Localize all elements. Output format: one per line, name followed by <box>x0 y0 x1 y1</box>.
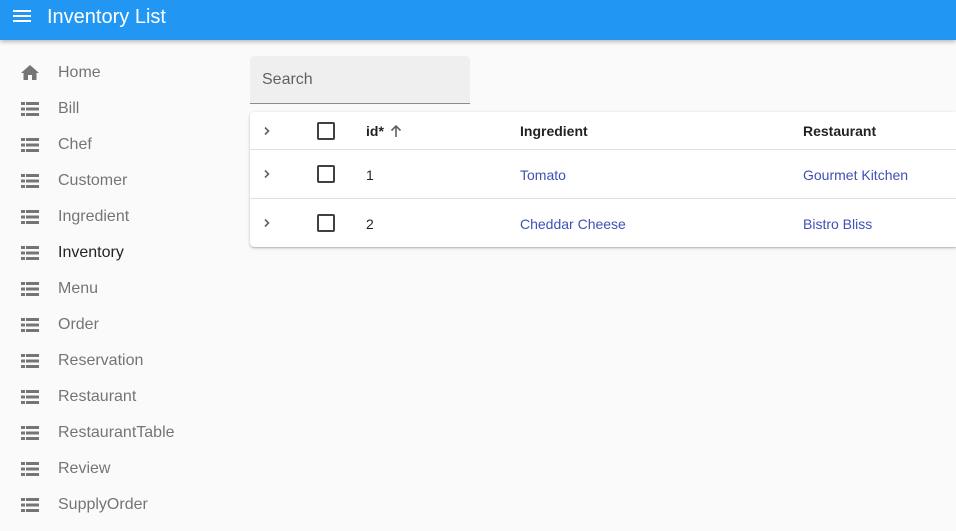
sidebar-item-label: Home <box>58 64 101 81</box>
sidebar-item-label: Reservation <box>58 352 144 369</box>
sidebar-item-restaurant-table[interactable]: RestaurantTable <box>0 415 240 451</box>
list-icon <box>21 246 39 260</box>
sidebar-item-label: Restaurant <box>58 388 137 405</box>
sidebar-item-supply-order[interactable]: SupplyOrder <box>0 487 240 523</box>
table-header-row: id* Ingredient Restaurant <box>250 112 956 150</box>
ingredient-link[interactable]: Cheddar Cheese <box>520 216 626 232</box>
list-icon <box>21 318 39 332</box>
sidebar-item-reservation[interactable]: Reservation <box>0 343 240 379</box>
menu-icon[interactable] <box>12 8 34 26</box>
cell-id: 1 <box>366 167 374 183</box>
chevron-right-icon[interactable] <box>260 167 274 181</box>
list-icon <box>21 426 39 440</box>
sidebar-item-label: RestaurantTable <box>58 424 175 441</box>
ingredient-link[interactable]: Tomato <box>520 167 566 183</box>
list-icon <box>21 102 39 116</box>
list-icon <box>21 138 39 152</box>
column-header-id[interactable]: id* <box>366 123 384 139</box>
chevron-right-icon[interactable] <box>260 216 274 230</box>
list-icon <box>21 462 39 476</box>
sidebar-item-label: Order <box>58 316 99 333</box>
table-row[interactable]: 1 Tomato Gourmet Kitchen <box>250 150 956 199</box>
sidebar-item-menu[interactable]: Menu <box>0 271 240 307</box>
sidebar-item-label: Menu <box>58 280 99 297</box>
arrow-up-icon[interactable] <box>388 123 404 139</box>
sidebar-item-review[interactable]: Review <box>0 451 240 487</box>
list-icon <box>21 354 39 368</box>
sidebar-item-label: Inventory <box>58 244 124 261</box>
sidebar-item-order[interactable]: Order <box>0 307 240 343</box>
sidebar-item-inventory[interactable]: Inventory <box>0 235 240 271</box>
search-field <box>250 56 470 104</box>
sidebar-item-label: SupplyOrder <box>58 496 148 513</box>
sidebar-item-ingredient[interactable]: Ingredient <box>0 199 240 235</box>
sidebar-item-label: Bill <box>58 100 80 117</box>
restaurant-link[interactable]: Bistro Bliss <box>803 216 872 232</box>
app-bar: Inventory List <box>0 0 956 40</box>
sidebar-item-bill[interactable]: Bill <box>0 91 240 127</box>
search-input[interactable] <box>250 56 470 103</box>
row-checkbox[interactable] <box>317 214 335 232</box>
select-all-checkbox[interactable] <box>317 122 335 140</box>
inventory-table: id* Ingredient Restaurant 1 Tomato Gourm… <box>250 112 956 247</box>
home-icon <box>21 65 39 80</box>
sidebar-item-label: Customer <box>58 172 128 189</box>
cell-id: 2 <box>366 216 374 232</box>
list-icon <box>21 282 39 296</box>
chevron-right-icon[interactable] <box>260 124 274 138</box>
list-icon <box>21 498 39 512</box>
sidebar-item-label: Ingredient <box>58 208 130 225</box>
column-header-ingredient[interactable]: Ingredient <box>520 123 588 139</box>
sidebar-item-chef[interactable]: Chef <box>0 127 240 163</box>
column-header-restaurant[interactable]: Restaurant <box>803 123 876 139</box>
list-icon <box>21 390 39 404</box>
page-title: Inventory List <box>47 6 166 28</box>
sidebar-item-customer[interactable]: Customer <box>0 163 240 199</box>
list-icon <box>21 174 39 188</box>
sidebar-item-restaurant[interactable]: Restaurant <box>0 379 240 415</box>
sidebar-item-home[interactable]: Home <box>0 55 240 91</box>
table-row[interactable]: 2 Cheddar Cheese Bistro Bliss <box>250 199 956 247</box>
row-checkbox[interactable] <box>317 165 335 183</box>
restaurant-link[interactable]: Gourmet Kitchen <box>803 167 908 183</box>
sidebar-nav: Home Bill Chef Customer Ingredient Inven… <box>0 55 240 523</box>
list-icon <box>21 210 39 224</box>
sidebar-item-label: Review <box>58 460 111 477</box>
sidebar-item-label: Chef <box>58 136 92 153</box>
